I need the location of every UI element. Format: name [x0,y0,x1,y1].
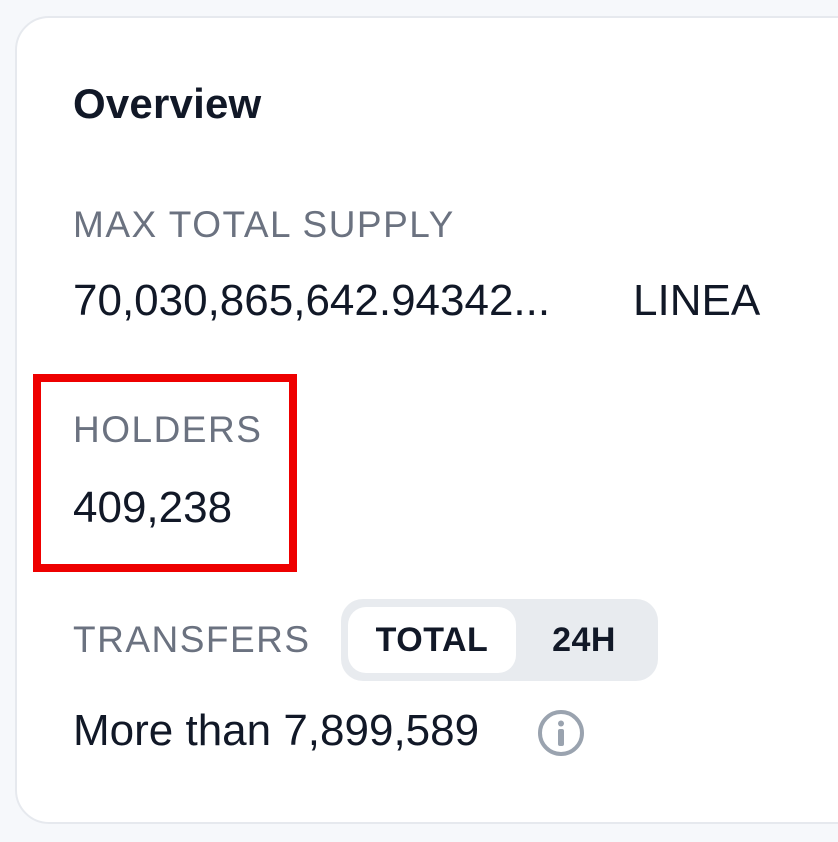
transfers-value: More than 7,899,589 [73,706,480,755]
transfers-24h-button[interactable]: 24H [519,607,649,673]
info-icon[interactable] [537,709,585,757]
max-total-supply-value: 70,030,865,642.94342... [73,276,551,325]
transfers-total-button[interactable]: TOTAL [348,607,516,673]
overview-title: Overview [73,80,262,127]
holders-highlight-box [33,374,297,572]
max-total-supply-unit: LINEA [633,276,761,325]
transfers-period-toggle: TOTAL 24H [341,599,658,681]
transfers-label: TRANSFERS [73,619,311,660]
max-total-supply-label: MAX TOTAL SUPPLY [73,204,455,245]
